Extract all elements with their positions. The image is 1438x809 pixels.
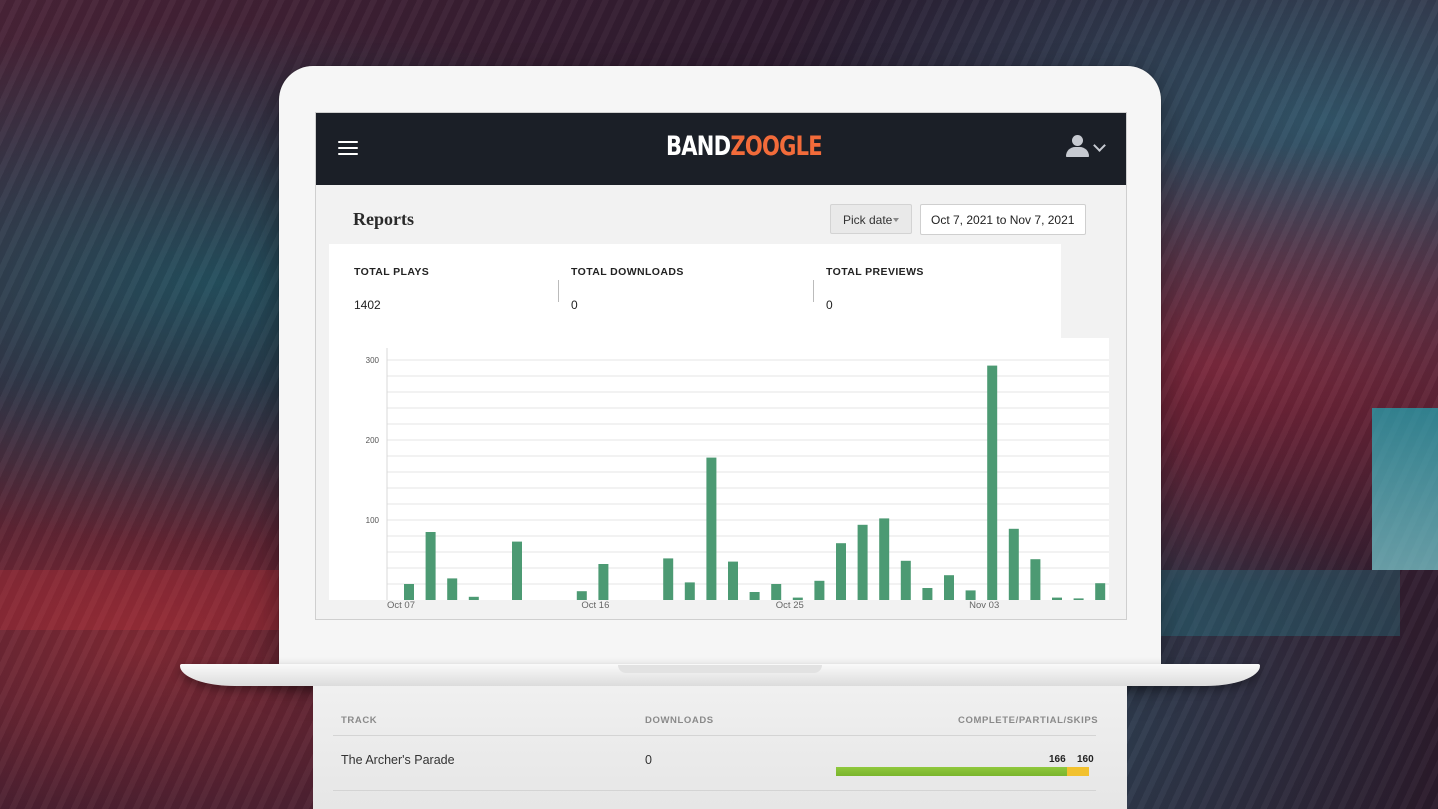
stat-value: 0 [571,298,578,312]
chevron-down-icon [1093,139,1106,152]
app-screen: BANDZOOGLE Reports Pick date Oct 7, 2021… [315,112,1127,620]
y-tick-label: 100 [366,516,380,525]
page-title: Reports [353,209,414,229]
x-tick-label: Oct 25 [776,600,804,611]
x-tick-label: Oct 16 [581,600,609,611]
stat-total-previews: TOTAL PREVIEWS 0 [826,266,924,312]
chart-bar[interactable] [879,518,890,600]
chart-bar[interactable] [1008,528,1019,600]
logo-part-band: BAND [666,131,731,162]
pick-date-label: Pick date [843,213,893,227]
chart-bar[interactable] [706,457,717,600]
stat-value: 1402 [354,298,381,312]
track-name[interactable]: The Archer's Parade [341,753,455,767]
chart-bar[interactable] [684,582,695,600]
chart-bar[interactable] [987,365,998,600]
column-header-downloads[interactable]: DOWNLOADS [645,715,714,726]
stat-total-downloads: TOTAL DOWNLOADS 0 [571,266,684,312]
user-icon [1072,135,1083,146]
table-divider [333,790,1096,791]
glitch-decoration [1160,570,1400,636]
complete-count: 166 [1049,754,1066,765]
table-divider [333,735,1096,736]
chart-bar[interactable] [749,592,760,600]
glitch-decoration [1372,408,1438,570]
stat-label: TOTAL DOWNLOADS [571,266,684,278]
listen-progress-bar [836,767,1089,776]
partial-bar [1066,767,1089,776]
chart-bar[interactable] [1052,597,1062,600]
chart-bar[interactable] [900,560,911,600]
user-icon-body [1066,147,1089,157]
chart-bar[interactable] [771,584,782,600]
date-range-input[interactable]: Oct 7, 2021 to Nov 7, 2021 [920,204,1086,235]
chart-bar[interactable] [468,596,479,600]
stat-value: 0 [826,298,833,312]
chart-bar[interactable] [1073,598,1084,600]
complete-bar [836,767,1067,776]
user-menu-button[interactable] [1066,135,1112,161]
stat-label: TOTAL PREVIEWS [826,266,924,278]
logo-part-zoogle: ZOOGLE [730,131,822,162]
chart-bar[interactable] [836,543,846,600]
stat-label: TOTAL PLAYS [354,266,430,278]
chart-bar[interactable] [965,590,976,600]
plays-bar-chart: 100 200 300 Oct 07 Oct 16 Oct 25 Nov 03 [366,348,1109,611]
track-downloads: 0 [645,753,652,767]
chart-bar[interactable] [447,578,458,600]
chart-bar[interactable] [598,564,609,600]
caret-down-icon [893,218,899,222]
stat-divider [813,280,814,302]
bandzoogle-logo[interactable]: BANDZOOGLE [666,131,823,162]
top-navbar: BANDZOOGLE [316,113,1126,185]
chart-bar[interactable] [404,584,414,600]
chart-bar[interactable] [425,532,436,600]
chart-bar[interactable] [814,580,825,600]
y-tick-label: 300 [366,356,380,365]
chart-bar[interactable] [1030,559,1041,600]
chart-bar[interactable] [576,591,587,600]
stat-divider [558,280,559,302]
tracks-table: TRACK DOWNLOADS COMPLETE/PARTIAL/SKIPS T… [313,686,1127,809]
chart-bar[interactable] [512,541,522,600]
laptop-notch [618,665,822,673]
column-header-complete-partial-skips[interactable]: COMPLETE/PARTIAL/SKIPS [958,715,1098,726]
pick-date-dropdown[interactable]: Pick date [830,204,912,234]
x-tick-label: Nov 03 [969,600,999,611]
partial-count: 160 [1077,754,1094,765]
stats-summary: TOTAL PLAYS 1402 TOTAL DOWNLOADS 0 TOTAL… [329,244,1061,340]
chart-bar[interactable] [663,558,674,600]
hamburger-icon[interactable] [338,141,358,157]
plays-chart: 100 200 300 Oct 07 Oct 16 Oct 25 Nov 03 [329,338,1109,611]
chart-bar[interactable] [857,524,868,600]
chart-bar[interactable] [944,575,954,600]
chart-bar[interactable] [922,588,933,600]
stat-total-plays: TOTAL PLAYS 1402 [354,266,429,312]
glitch-decoration [0,570,320,630]
x-tick-label: Oct 07 [387,600,415,611]
column-header-track[interactable]: TRACK [341,715,377,726]
chart-bar[interactable] [728,561,738,600]
y-tick-label: 200 [366,436,380,445]
chart-bar[interactable] [1095,583,1106,600]
